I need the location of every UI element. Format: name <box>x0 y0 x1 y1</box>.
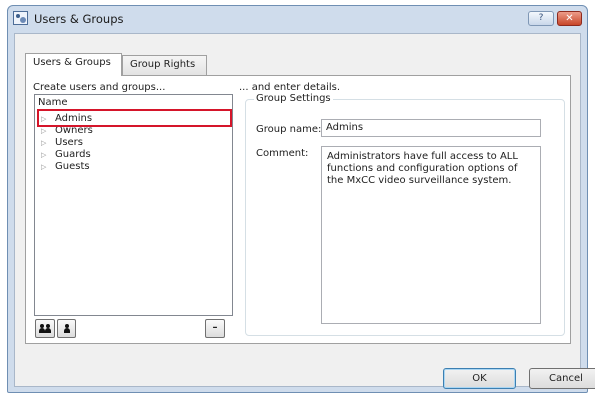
ok-button[interactable]: OK <box>443 368 516 389</box>
expand-arrow-icon[interactable]: ▷ <box>41 137 55 149</box>
users-groups-tree[interactable]: Name ▷ Admins ▷ Owners ▷ Users ▷ Guards ▷ Gue… <box>34 94 233 316</box>
add-group-button[interactable] <box>35 319 55 338</box>
tree-column-header: Name <box>38 97 68 108</box>
remove-button[interactable]: – <box>205 319 225 338</box>
help-button[interactable]: ? <box>528 11 554 26</box>
expand-arrow-icon[interactable]: ▷ <box>41 161 55 173</box>
tree-item-label: Guards <box>55 149 91 160</box>
dialog-client-area: Users & Groups Group Rights Create users… <box>14 33 595 389</box>
cancel-button[interactable]: Cancel <box>529 368 595 389</box>
tree-item-users[interactable]: ▷ Users <box>41 137 229 149</box>
users-groups-app-icon <box>13 11 28 25</box>
create-users-heading: Create users and groups... <box>33 82 166 93</box>
group-name-label: Group name: <box>256 124 322 135</box>
add-user-button[interactable] <box>57 319 76 338</box>
window-title: Users & Groups <box>34 12 124 26</box>
tab-users-groups[interactable]: Users & Groups <box>25 53 122 76</box>
group-settings-box: Group Settings Group name: Admins Commen… <box>245 93 565 336</box>
tab-group-rights[interactable]: Group Rights <box>122 55 207 75</box>
comment-field[interactable]: Administrators have full access to ALL f… <box>321 146 541 324</box>
selection-highlight-frame <box>37 109 232 127</box>
enter-details-heading: ... and enter details. <box>239 82 341 93</box>
tree-item-guests[interactable]: ▷ Guests <box>41 161 229 173</box>
user-icon <box>63 324 70 333</box>
group-settings-title: Group Settings <box>254 93 333 104</box>
users-groups-dialog: Users & Groups ? ✕ Users & Groups Group … <box>7 5 595 393</box>
group-name-field[interactable]: Admins <box>321 119 541 137</box>
tab-panel: Create users and groups... ... and enter… <box>25 75 571 344</box>
comment-label: Comment: <box>256 148 309 159</box>
tree-item-guards[interactable]: ▷ Guards <box>41 149 229 161</box>
close-button[interactable]: ✕ <box>557 11 582 26</box>
title-bar: Users & Groups ? ✕ <box>8 6 587 32</box>
tree-item-label: Guests <box>55 161 90 172</box>
expand-arrow-icon[interactable]: ▷ <box>41 149 55 161</box>
tree-item-label: Users <box>55 137 84 148</box>
group-icon <box>45 324 51 333</box>
